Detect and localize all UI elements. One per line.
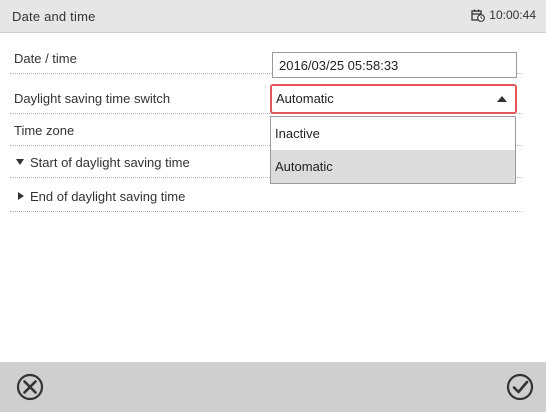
- cancel-x-circle-icon: [16, 373, 44, 401]
- calendar-clock-icon: [471, 9, 486, 22]
- title-bar: Date and time 10:00:44: [0, 0, 546, 33]
- row-end-dst[interactable]: End of daylight saving time: [10, 182, 522, 212]
- window-title: Date and time: [12, 9, 96, 24]
- cancel-button[interactable]: [14, 371, 46, 403]
- confirm-check-circle-icon: [506, 373, 534, 401]
- date-time-label: Date / time: [14, 51, 77, 66]
- confirm-button[interactable]: [504, 371, 536, 403]
- dst-switch-label: Daylight saving time switch: [14, 91, 171, 106]
- expand-down-icon: [16, 159, 24, 165]
- expand-right-icon: [18, 192, 24, 200]
- dst-switch-value: Automatic: [276, 91, 334, 106]
- time-zone-label: Time zone: [14, 123, 75, 138]
- option-automatic[interactable]: Automatic: [271, 150, 515, 183]
- end-dst-label: End of daylight saving time: [30, 189, 186, 204]
- clock-time: 10:00:44: [489, 8, 536, 22]
- caret-up-icon: [497, 96, 507, 102]
- dst-switch-select[interactable]: Automatic: [270, 84, 517, 114]
- option-label: Inactive: [275, 126, 320, 141]
- bottom-toolbar: [0, 362, 546, 412]
- date-time-field[interactable]: 2016/03/25 05:58:33: [272, 52, 517, 78]
- dst-switch-dropdown: Inactive Automatic: [270, 116, 516, 184]
- clock-display: 10:00:44: [471, 8, 536, 22]
- option-inactive[interactable]: Inactive: [271, 117, 515, 150]
- start-dst-label: Start of daylight saving time: [30, 155, 190, 170]
- option-label: Automatic: [275, 159, 333, 174]
